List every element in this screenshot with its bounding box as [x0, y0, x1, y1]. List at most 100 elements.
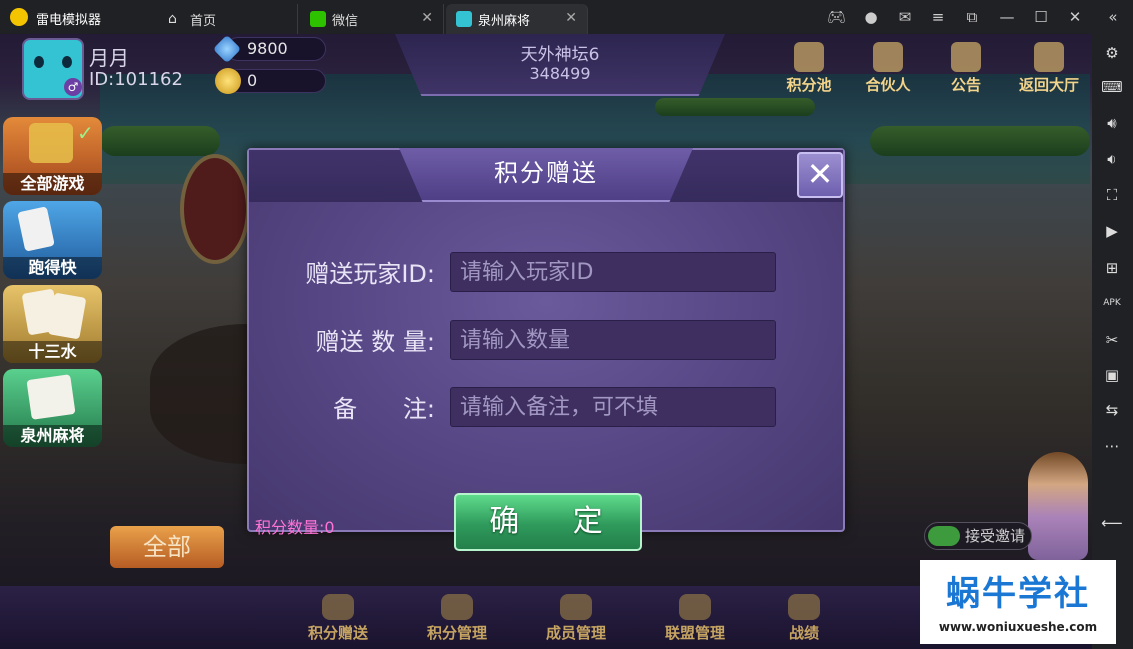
tab-wechat[interactable]: 微信 ✕ — [300, 4, 444, 34]
tab-label: 微信 — [332, 13, 359, 29]
player-id-label: 赠送玩家ID: — [305, 260, 435, 288]
sync-icon[interactable]: ⇆ — [1101, 399, 1123, 421]
gift-points-dialog: 积分赠送 ✕ 赠送玩家ID: 赠送 数 量: 备 注: 积分数量:0 确 定 — [247, 148, 845, 551]
card-icon — [17, 206, 55, 252]
dialog-title-plate: 积分赠送 — [399, 148, 693, 202]
room-info: 天外神坛6 348499 — [395, 34, 725, 96]
all-filter-button[interactable]: 全部 — [110, 526, 224, 568]
scissors-icon[interactable]: ✂ — [1101, 329, 1123, 351]
user-icon[interactable]: ● — [862, 8, 880, 26]
watermark: 蜗牛学社 www.woniuxueshe.com — [920, 560, 1116, 644]
bottom-gift-points[interactable]: 积分赠送 — [293, 594, 383, 643]
crown-icon — [29, 123, 73, 163]
announcement-button[interactable]: 公告 — [936, 42, 996, 98]
record-icon[interactable]: ▶ — [1101, 220, 1123, 242]
menu-icon[interactable]: ≡ — [929, 8, 947, 26]
player-id: ID:101162 — [89, 69, 183, 90]
button-label: 合伙人 — [865, 76, 911, 94]
avatar[interactable]: ♂ — [22, 38, 84, 100]
emulator-titlebar: 雷电模拟器 ⌂ 首页 微信 ✕ 泉州麻将 ✕ 🎮︎ ● ✉ ≡ ⧉ — ☐ ✕ … — [0, 0, 1133, 34]
megaphone-icon — [951, 42, 981, 72]
game-menu-shisanshui[interactable]: 十三水 — [3, 285, 102, 363]
add-window-icon[interactable]: ⊞ — [1101, 257, 1123, 279]
return-lobby-button[interactable]: 返回大厅 — [1012, 42, 1086, 98]
game-menu-label: 全部游戏 — [3, 173, 102, 195]
game-app-icon — [456, 11, 472, 27]
coin-icon — [215, 68, 241, 94]
wechat-icon — [310, 11, 326, 27]
points-pool-icon — [794, 42, 824, 72]
room-name: 天外神坛6 — [520, 45, 600, 65]
home-icon: ⌂ — [168, 11, 177, 27]
bottom-label: 联盟管理 — [664, 624, 725, 642]
keyboard-icon[interactable]: ⌨ — [1101, 76, 1123, 98]
diamond-value: 9800 — [247, 39, 288, 58]
button-label: 积分池 — [786, 76, 832, 94]
toggle-switch — [928, 526, 960, 546]
bottom-member-management[interactable]: 成员管理 — [531, 594, 621, 643]
partner-button[interactable]: 合伙人 — [858, 42, 918, 98]
player-id-input[interactable] — [450, 252, 776, 292]
bottom-label: 积分赠送 — [307, 624, 368, 642]
diamond-balance: 9800 — [212, 34, 326, 64]
quantity-label: 赠送 数 量: — [315, 328, 435, 356]
back-icon[interactable]: ⟵ — [1101, 512, 1123, 534]
minimize-icon[interactable]: — — [998, 8, 1016, 26]
mahjong-tile-icon — [26, 374, 76, 420]
bottom-alliance-management[interactable]: 联盟管理 — [650, 594, 740, 643]
player-name: 月月 — [89, 46, 129, 70]
members-icon — [560, 594, 592, 620]
video-icon[interactable]: ▣ — [1101, 364, 1123, 386]
tab-home[interactable]: ⌂ 首页 — [158, 4, 298, 34]
bottom-records[interactable]: 战绩 — [759, 594, 849, 643]
bottom-label: 积分管理 — [426, 624, 487, 642]
return-arrow-icon — [1034, 42, 1064, 72]
dialog-title: 积分赠送 — [494, 159, 598, 187]
bottom-points-management[interactable]: 积分管理 — [412, 594, 502, 643]
bottom-label: 成员管理 — [545, 624, 606, 642]
remark-label: 备 注: — [333, 395, 435, 423]
game-menu-paodekuai[interactable]: 跑得快 — [3, 201, 102, 279]
points-amount: 积分数量:0 — [255, 518, 335, 537]
game-menu-label: 跑得快 — [3, 257, 102, 279]
more-icon[interactable]: ⋯ — [1101, 435, 1123, 457]
close-window-icon[interactable]: ✕ — [1066, 8, 1084, 26]
handshake-icon — [873, 42, 903, 72]
volume-down-icon[interactable]: 🔉︎ — [1101, 148, 1123, 170]
close-tab-icon[interactable]: ✕ — [565, 10, 577, 26]
emulator-sidebar: ⚙ ⌨ 🔊︎ 🔉︎ ⛶ ▶ ⊞ APK ✂ ▣ ⇆ ⋯ ⟵ — [1092, 34, 1133, 649]
collapse-sidebar-icon[interactable]: « — [1104, 8, 1122, 26]
coin-value: 0 — [247, 71, 258, 90]
accept-invite-toggle[interactable]: 接受邀请 — [924, 522, 1032, 550]
room-number: 348499 — [529, 64, 591, 83]
tab-quanzhou-mahjong[interactable]: 泉州麻将 ✕ — [446, 4, 588, 34]
confirm-button[interactable]: 确 定 — [454, 493, 642, 551]
gamepad-icon[interactable]: 🎮︎ — [827, 8, 846, 26]
restore-icon[interactable]: ⧉ — [963, 8, 981, 26]
app-name: 雷电模拟器 — [36, 13, 102, 28]
fullscreen-icon[interactable]: ⛶ — [1101, 184, 1123, 206]
hostess-character — [1028, 452, 1088, 560]
button-label: 返回大厅 — [1018, 76, 1079, 94]
tab-label: 泉州麻将 — [478, 13, 531, 29]
close-dialog-button[interactable]: ✕ — [797, 152, 843, 198]
game-screen: ♂ 月月 ID:101162 9800 0 天外神坛6 348499 积分池 合… — [0, 34, 1092, 649]
close-tab-icon[interactable]: ✕ — [421, 10, 433, 26]
maximize-icon[interactable]: ☐ — [1032, 8, 1050, 26]
settings-icon[interactable]: ⚙ — [1101, 42, 1123, 64]
apk-icon[interactable]: APK — [1101, 292, 1123, 314]
points-pool-button[interactable]: 积分池 — [779, 42, 839, 98]
quantity-input[interactable] — [450, 320, 776, 360]
card-icon — [47, 292, 87, 340]
game-menu-all-games[interactable]: ✓ 全部游戏 — [3, 117, 102, 195]
volume-up-icon[interactable]: 🔊︎ — [1101, 112, 1123, 134]
gift-points-icon — [322, 594, 354, 620]
game-menu-label: 十三水 — [3, 341, 102, 363]
game-menu-quanzhou-mahjong[interactable]: 泉州麻将 — [3, 369, 102, 447]
toggle-label: 接受邀请 — [965, 527, 1026, 545]
emulator-logo-icon — [10, 8, 28, 26]
mail-icon[interactable]: ✉ — [896, 8, 914, 26]
remark-input[interactable] — [450, 387, 776, 427]
gender-icon: ♂ — [64, 78, 82, 96]
tab-label: 首页 — [190, 13, 217, 29]
